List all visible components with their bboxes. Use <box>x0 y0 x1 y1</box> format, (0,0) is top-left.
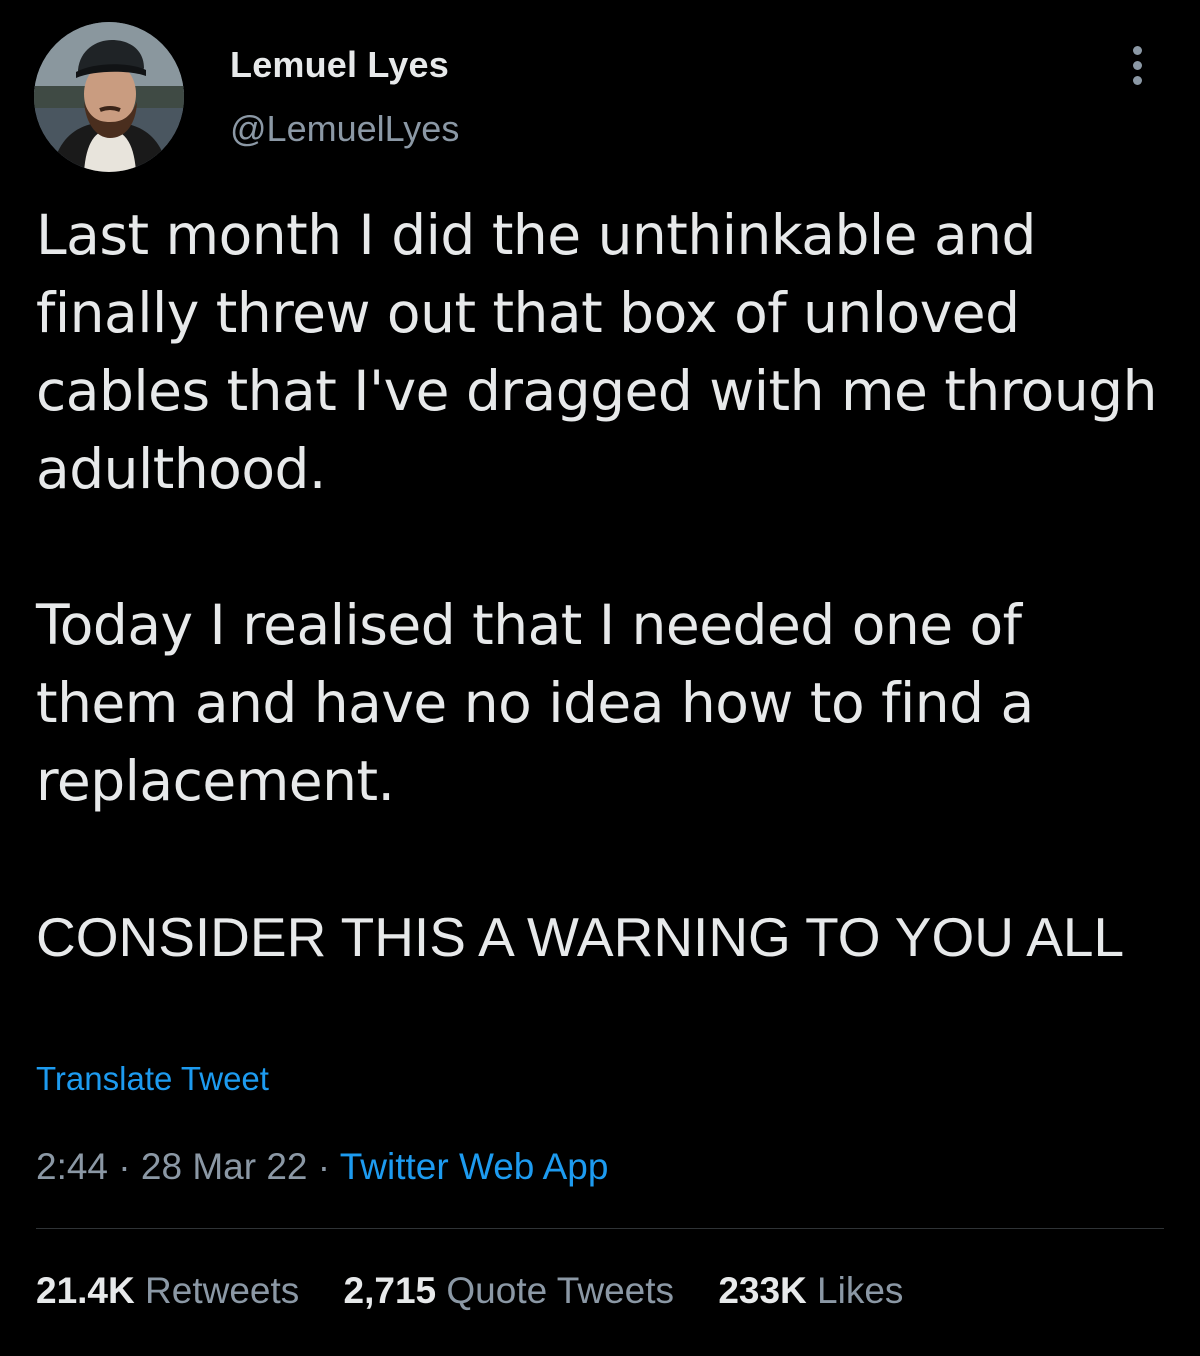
tweet-time[interactable]: 2:44 <box>36 1146 108 1187</box>
retweets-stat[interactable]: 21.4K Retweets <box>36 1270 299 1311</box>
likes-stat[interactable]: 233K Likes <box>718 1270 903 1311</box>
tweet-paragraph-1: Last month I did the unthinkable and fin… <box>36 203 1157 501</box>
author-avatar[interactable] <box>34 22 184 172</box>
tweet-source-link[interactable]: Twitter Web App <box>340 1146 609 1187</box>
tweet-meta: 2:44 · 28 Mar 22 · Twitter Web App <box>36 1146 608 1188</box>
tweet-paragraph-3: CONSIDER THIS A WARNING TO YOU ALL <box>36 906 1125 968</box>
profile-photo <box>34 22 184 172</box>
meta-separator: · <box>307 1146 340 1187</box>
tweet-date[interactable]: 28 Mar 22 <box>141 1146 308 1187</box>
quote-tweets-label: Quote Tweets <box>446 1270 675 1311</box>
quote-tweets-stat[interactable]: 2,715 Quote Tweets <box>344 1270 675 1311</box>
divider <box>36 1228 1164 1229</box>
engagement-stats: 21.4K Retweets 2,715 Quote Tweets 233K L… <box>36 1270 903 1312</box>
dot-icon <box>1133 46 1142 55</box>
meta-separator: · <box>108 1146 141 1187</box>
likes-label: Likes <box>817 1270 904 1311</box>
likes-count: 233K <box>718 1270 807 1311</box>
dot-icon <box>1133 76 1142 85</box>
tweet-text: Last month I did the unthinkable and fin… <box>36 196 1176 976</box>
quote-tweets-count: 2,715 <box>343 1270 437 1311</box>
more-options-button[interactable] <box>1116 40 1160 92</box>
retweets-count: 21.4K <box>36 1270 135 1311</box>
translate-tweet-link[interactable]: Translate Tweet <box>36 1060 269 1098</box>
author-display-name[interactable]: Lemuel Lyes <box>230 44 449 86</box>
retweets-label: Retweets <box>145 1270 300 1311</box>
tweet-paragraph-2: Today I realised that I needed one of th… <box>36 593 1034 813</box>
dot-icon <box>1133 61 1142 70</box>
author-handle[interactable]: @LemuelLyes <box>230 108 459 150</box>
